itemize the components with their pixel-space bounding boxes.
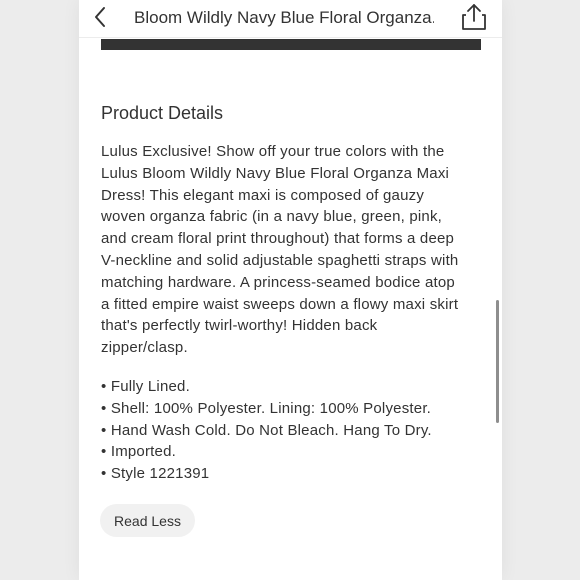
- share-button[interactable]: [460, 2, 488, 32]
- section-heading: Product Details: [101, 103, 224, 123]
- list-item: Hand Wash Cold. Do Not Bleach. Hang To D…: [101, 420, 481, 442]
- list-item: Shell: 100% Polyester. Lining: 100% Poly…: [101, 398, 481, 420]
- list-item: Fully Lined.: [101, 376, 481, 398]
- list-item: Imported.: [101, 441, 481, 463]
- top-nav-bar: Bloom Wildly Navy Blue Floral Organza...: [79, 0, 502, 38]
- product-description: Lulus Exclusive! Show off your true colo…: [101, 143, 459, 357]
- page-title: Bloom Wildly Navy Blue Floral Organza...: [134, 8, 434, 27]
- list-item: Style 1221391: [101, 463, 481, 485]
- add-to-bag-bar[interactable]: [101, 39, 481, 50]
- share-icon: [462, 4, 486, 30]
- product-specs-list: Fully Lined. Shell: 100% Polyester. Lini…: [101, 376, 481, 485]
- phone-screen: Bloom Wildly Navy Blue Floral Organza...…: [79, 0, 502, 580]
- chevron-left-icon: [95, 7, 105, 27]
- read-less-button[interactable]: Read Less: [100, 504, 195, 537]
- scrollbar[interactable]: [496, 300, 499, 423]
- back-button[interactable]: [89, 4, 111, 30]
